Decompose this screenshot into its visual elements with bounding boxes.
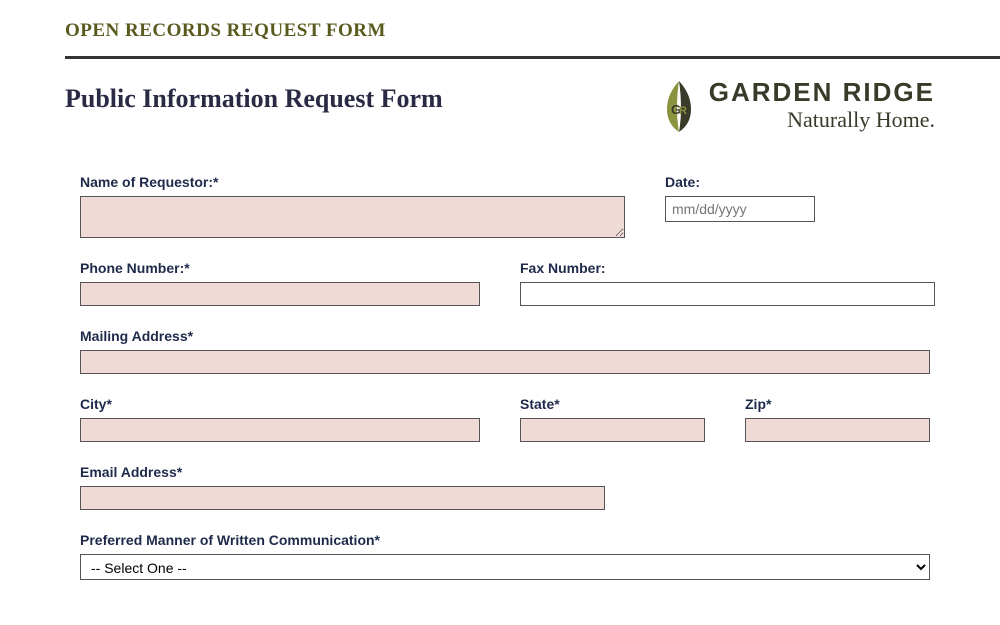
phone-input[interactable] (80, 282, 480, 306)
mailing-input[interactable] (80, 350, 930, 374)
fax-label: Fax Number: (520, 260, 935, 276)
preferred-field-group: Preferred Manner of Written Communicatio… (80, 532, 930, 580)
email-label: Email Address* (80, 464, 605, 480)
fax-input[interactable] (520, 282, 935, 306)
date-field-group: Date: (665, 174, 815, 238)
phone-label: Phone Number:* (80, 260, 480, 276)
preferred-select[interactable]: -- Select One -- (80, 554, 930, 580)
date-input[interactable] (665, 196, 815, 222)
city-field-group: City* (80, 396, 480, 442)
date-label: Date: (665, 174, 815, 190)
name-label: Name of Requestor:* (80, 174, 625, 190)
name-input[interactable] (80, 196, 625, 238)
form-body: Name of Requestor:* Date: Phone Number:*… (65, 174, 935, 580)
zip-input[interactable] (745, 418, 930, 442)
city-label: City* (80, 396, 480, 412)
email-input[interactable] (80, 486, 605, 510)
svg-text:R: R (679, 105, 687, 117)
mailing-label: Mailing Address* (80, 328, 930, 344)
page-title: OPEN RECORDS REQUEST FORM (65, 20, 935, 42)
mailing-field-group: Mailing Address* (80, 328, 930, 374)
state-input[interactable] (520, 418, 705, 442)
email-field-group: Email Address* (80, 464, 605, 510)
logo-mark-icon: G R (659, 79, 699, 134)
header-row: Public Information Request Form G R GARD… (65, 79, 935, 134)
state-field-group: State* (520, 396, 705, 442)
phone-field-group: Phone Number:* (80, 260, 480, 306)
state-label: State* (520, 396, 705, 412)
logo-tagline: Naturally Home. (709, 107, 935, 133)
logo-name: GARDEN RIDGE (709, 79, 935, 105)
logo-text: GARDEN RIDGE Naturally Home. (709, 79, 935, 133)
fax-field-group: Fax Number: (520, 260, 935, 306)
preferred-label: Preferred Manner of Written Communicatio… (80, 532, 930, 548)
divider (65, 56, 1000, 59)
logo: G R GARDEN RIDGE Naturally Home. (659, 79, 935, 134)
city-input[interactable] (80, 418, 480, 442)
form-title: Public Information Request Form (65, 79, 443, 114)
zip-field-group: Zip* (745, 396, 930, 442)
zip-label: Zip* (745, 396, 930, 412)
name-field-group: Name of Requestor:* (80, 174, 625, 238)
